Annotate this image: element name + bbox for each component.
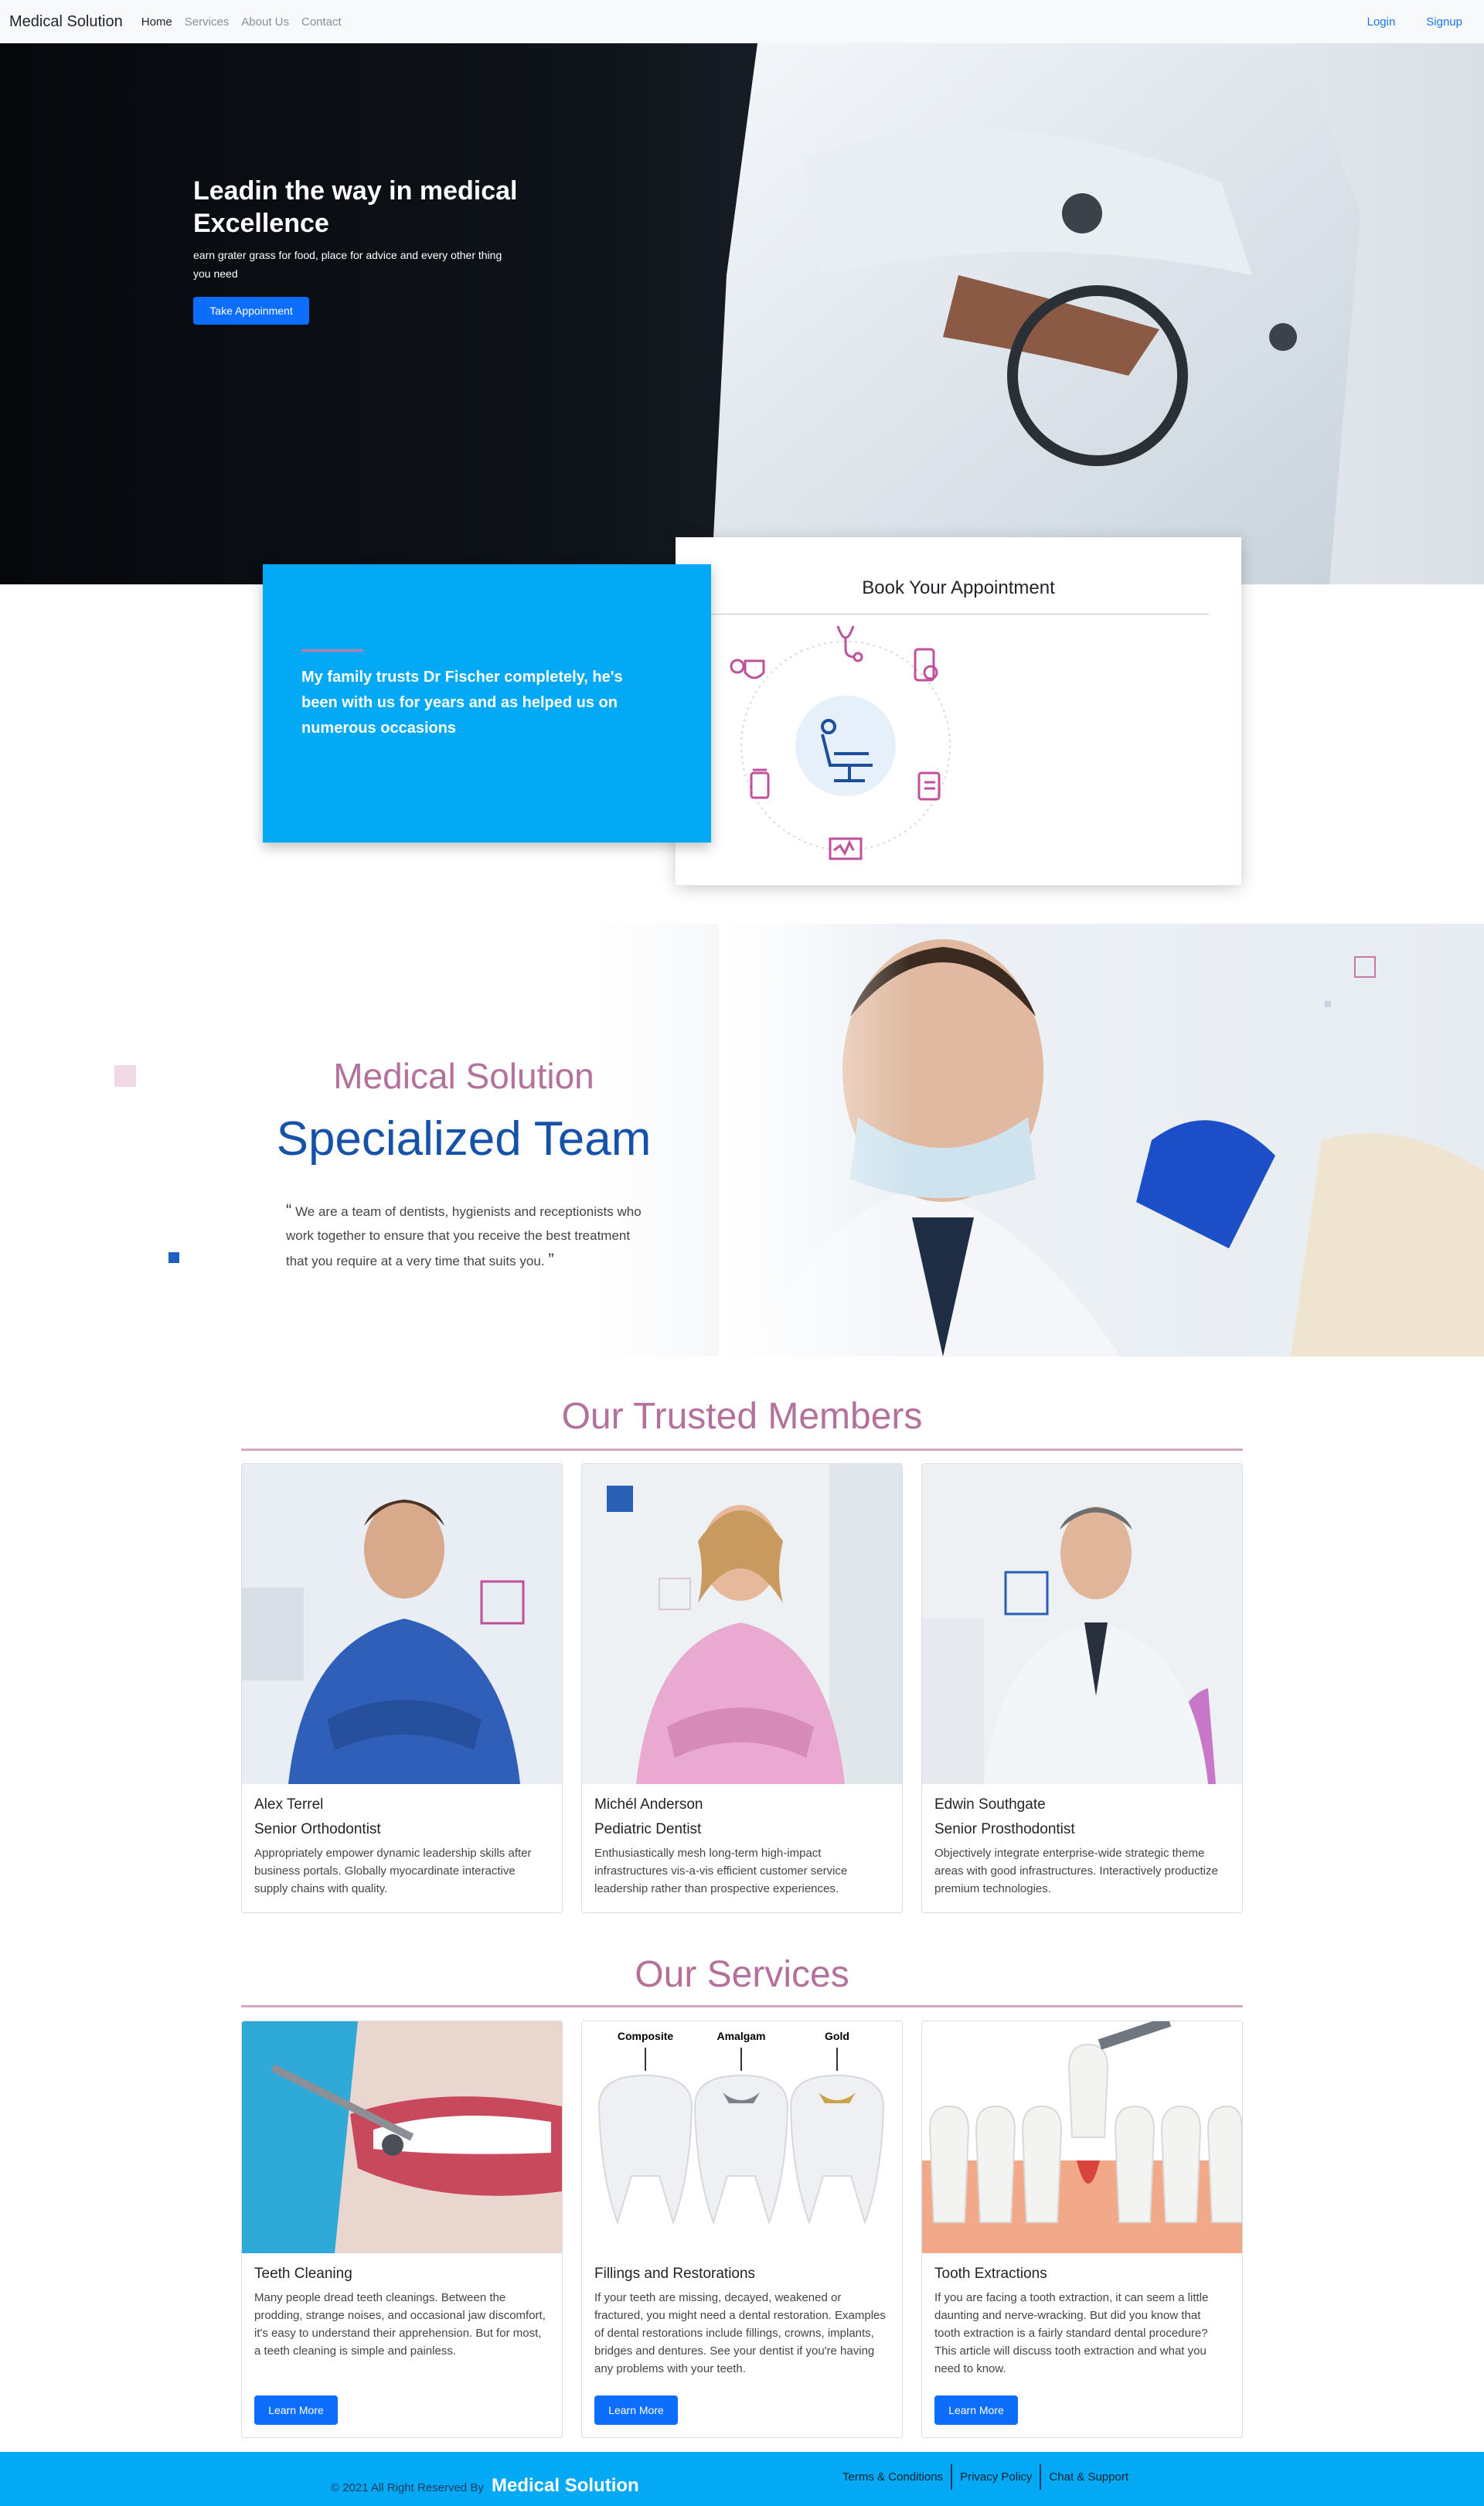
auth-links: Login Signup — [1367, 15, 1475, 29]
member-photo-michel — [582, 1464, 902, 1784]
services-section-title: Our Services — [635, 1954, 849, 1995]
footer-links: Terms & Conditions Privacy Policy Chat &… — [835, 2464, 1136, 2490]
member-description: Enthusiastically mesh long-term high-imp… — [594, 1847, 848, 1895]
member-description: Objectively integrate enterprise-wide st… — [934, 1847, 1218, 1895]
service-card[interactable]: Tooth Extractions If you are facing a to… — [921, 2021, 1243, 2438]
fillings-image: Composite Amalgam Gold — [582, 2021, 902, 2253]
member-card[interactable]: Edwin Southgate Senior Prosthodontist Ob… — [921, 1463, 1243, 1913]
gold-label: Gold — [825, 2030, 849, 2042]
deco-square-pink — [114, 1065, 136, 1087]
service-card[interactable]: Teeth Cleaning Many people dread teeth c… — [241, 2021, 563, 2438]
booking-divider — [706, 614, 1209, 615]
medicine-bottle-icon — [750, 768, 770, 799]
members-section-title: Our Trusted Members — [561, 1396, 923, 1437]
monitor-icon — [829, 837, 863, 860]
specialized-team-section: Medical Solution Specialized Team “ We a… — [0, 924, 1484, 1357]
dentist-smiling-image — [719, 924, 1484, 1357]
learn-more-button[interactable]: Learn More — [594, 2395, 678, 2425]
brand-logo[interactable]: Medical Solution — [9, 13, 123, 31]
service-description: If you are facing a tooth extraction, it… — [934, 2291, 1209, 2375]
terms-link[interactable]: Terms & Conditions — [835, 2464, 951, 2490]
learn-more-button[interactable]: Learn More — [934, 2395, 1018, 2425]
member-photo-edwin — [922, 1464, 1242, 1784]
copyright: © 2021 All Right Reserved By Medical Sol… — [331, 2475, 639, 2497]
deco-square-blue — [168, 1252, 179, 1263]
member-description: Appropriately empower dynamic leadership… — [254, 1847, 532, 1895]
member-role: Pediatric Dentist — [594, 1821, 702, 1837]
stethoscope-icon — [836, 625, 863, 662]
booking-card[interactable]: Book Your Appointment — [676, 537, 1241, 885]
phone-icon — [914, 648, 938, 682]
testimonial-card: My family trusts Dr Fischer completely, … — [263, 564, 711, 843]
member-name: Alex Terrel — [254, 1796, 324, 1813]
doctor-hero-image — [711, 43, 1360, 584]
dental-services-diagram — [730, 625, 951, 860]
footer: © 2021 All Right Reserved By Medical Sol… — [0, 2452, 1484, 2506]
shield-heart-icon — [730, 659, 765, 679]
service-description: If your teeth are missing, decayed, weak… — [594, 2291, 886, 2375]
member-card[interactable]: Michél Anderson Pediatric Dentist Enthus… — [581, 1463, 903, 1913]
tooth-extraction-image — [922, 2021, 1242, 2253]
hero-subtitle: earn grater grass for food, place for ad… — [193, 249, 502, 280]
nav-about[interactable]: About Us — [241, 15, 289, 29]
nav-contact[interactable]: Contact — [301, 15, 342, 29]
privacy-link[interactable]: Privacy Policy — [951, 2464, 1040, 2490]
signup-link[interactable]: Signup — [1426, 15, 1462, 29]
specialized-quote: “ We are a team of dentists, hygienists … — [286, 1198, 642, 1273]
teeth-cleaning-image — [242, 2021, 562, 2253]
members-title-divider — [241, 1449, 1243, 1451]
support-link[interactable]: Chat & Support — [1040, 2464, 1136, 2490]
navbar: Medical Solution Home Services About Us … — [0, 0, 1484, 43]
specialized-quote-text: We are a team of dentists, hygienists an… — [286, 1204, 642, 1268]
specialized-subtitle: Medical Solution — [333, 1056, 594, 1096]
open-quote-icon: “ — [286, 1200, 292, 1220]
nav-home[interactable]: Home — [141, 15, 172, 29]
hero-title: Leadin the way in medical Excellence — [193, 176, 518, 238]
deco-square-small — [1325, 1001, 1331, 1007]
service-card[interactable]: Composite Amalgam Gold Fillings and Rest… — [581, 2021, 903, 2438]
service-description: Many people dread teeth cleanings. Betwe… — [254, 2291, 546, 2358]
copyright-text: © 2021 All Right Reserved By — [331, 2481, 484, 2494]
member-card[interactable]: Alex Terrel Senior Orthodontist Appropri… — [241, 1463, 563, 1913]
service-title: Teeth Cleaning — [254, 2266, 352, 2282]
clipboard-icon — [917, 771, 941, 801]
composite-label: Composite — [618, 2030, 674, 2042]
booking-title: Book Your Appointment — [862, 577, 1055, 598]
testimonial-text: My family trusts Dr Fischer completely, … — [301, 669, 623, 737]
hero-banner: Leadin the way in medical Excellence ear… — [0, 43, 1484, 584]
member-name: Edwin Southgate — [934, 1796, 1046, 1813]
member-role: Senior Orthodontist — [254, 1821, 381, 1837]
footer-brand[interactable]: Medical Solution — [492, 2475, 639, 2496]
services-title-divider — [241, 2005, 1243, 2007]
nav-services[interactable]: Services — [185, 15, 230, 29]
amalgam-label: Amalgam — [716, 2030, 765, 2042]
testimonial-accent-line — [301, 649, 363, 652]
service-title: Tooth Extractions — [934, 2266, 1047, 2282]
take-appointment-button[interactable]: Take Appoinment — [193, 297, 309, 325]
learn-more-button[interactable]: Learn More — [254, 2395, 338, 2425]
member-photo-alex — [242, 1464, 562, 1784]
member-role: Senior Prosthodontist — [934, 1821, 1075, 1837]
login-link[interactable]: Login — [1367, 15, 1396, 29]
specialized-title: Specialized Team — [276, 1112, 652, 1166]
service-title: Fillings and Restorations — [594, 2266, 756, 2282]
member-name: Michél Anderson — [594, 1796, 703, 1813]
close-quote-icon: ” — [548, 1250, 554, 1269]
deco-square-outline — [1354, 956, 1376, 978]
